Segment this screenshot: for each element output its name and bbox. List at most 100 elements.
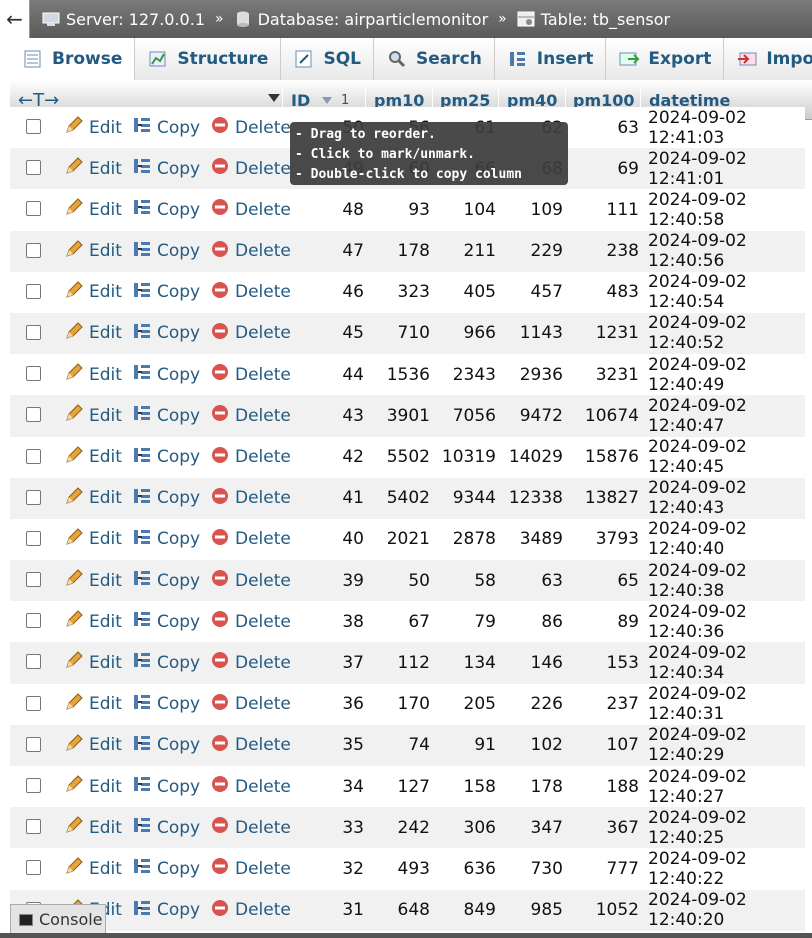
table-row[interactable]: Edit Copy Delete 33 242 306 347 367 2024-09-02 1… <box>10 807 805 849</box>
copy-link[interactable]: Copy <box>132 478 200 519</box>
delete-link[interactable]: Delete <box>210 601 291 642</box>
edit-link[interactable]: Edit <box>64 395 122 436</box>
table-row[interactable]: Edit Copy Delete 41 5402 9344 12338 13827 2024-0… <box>10 477 805 519</box>
row-checkbox[interactable] <box>26 119 41 134</box>
delete-link[interactable]: Delete <box>210 478 291 519</box>
delete-link[interactable]: Delete <box>210 766 291 807</box>
edit-link[interactable]: Edit <box>64 231 122 272</box>
table-row[interactable]: EditCopyDelete3164884998510522024-09-02 … <box>10 889 805 931</box>
copy-link[interactable]: Copy <box>132 437 200 478</box>
edit-link[interactable]: Edit <box>64 601 122 642</box>
table-row[interactable]: Edit Copy Delete 40 2021 2878 3489 3793 2024-09-… <box>10 518 805 561</box>
tab-browse[interactable]: Browse <box>10 38 136 80</box>
console-toggle[interactable]: Console <box>10 904 106 934</box>
edit-link[interactable]: Edit <box>64 560 122 601</box>
table-row[interactable]: Edit Copy Delete 42 5502 10319 14029 15876 2024-… <box>10 436 805 478</box>
edit-link[interactable]: Edit <box>64 807 122 848</box>
table-row[interactable]: Edit Copy Delete 46 323 405 457 483 2024-09-02 1… <box>10 271 805 313</box>
row-checkbox[interactable] <box>26 572 41 588</box>
copy-link[interactable]: Copy <box>132 601 200 642</box>
edit-link[interactable]: Edit <box>64 725 122 766</box>
delete-link[interactable]: Delete <box>210 272 291 313</box>
delete-link[interactable]: Delete <box>210 437 291 478</box>
row-checkbox[interactable] <box>26 860 41 876</box>
delete-link[interactable]: Delete <box>210 890 291 931</box>
copy-link[interactable]: Copy <box>132 231 200 272</box>
row-checkbox[interactable] <box>26 654 41 670</box>
row-checkbox[interactable] <box>26 613 41 629</box>
table-row[interactable]: Edit Copy Delete 36 170 205 226 237 2024-09-02 1… <box>10 683 805 725</box>
edit-link[interactable]: Edit <box>64 313 122 354</box>
row-checkbox[interactable] <box>26 819 41 835</box>
delete-link[interactable]: Delete <box>210 231 291 272</box>
copy-link[interactable]: Copy <box>132 560 200 601</box>
row-checkbox[interactable] <box>26 242 41 258</box>
tab-insert[interactable]: Insert <box>494 38 607 80</box>
edit-link[interactable]: Edit <box>64 189 122 230</box>
delete-link[interactable]: Delete <box>210 148 291 189</box>
table-row[interactable]: Edit Copy Delete 32 493 636 730 777 2024-09-02 1… <box>10 848 805 890</box>
table-row[interactable]: Edit Copy Delete 35 74 91 102 107 2024-09-02 12:… <box>10 724 805 766</box>
row-checkbox[interactable] <box>26 695 41 711</box>
table-row[interactable]: Edit Copy Delete 39 50 58 63 65 2024-09-02 12:40… <box>10 560 805 602</box>
copy-link[interactable]: Copy <box>132 848 200 889</box>
delete-link[interactable]: Delete <box>210 107 291 148</box>
copy-link[interactable]: Copy <box>132 642 200 683</box>
delete-link[interactable]: Delete <box>210 807 291 848</box>
tab-structure[interactable]: Structure <box>135 38 282 80</box>
edit-link[interactable]: Edit <box>64 684 122 725</box>
edit-link[interactable]: Edit <box>64 354 122 395</box>
edit-link[interactable]: Edit <box>64 478 122 519</box>
row-checkbox[interactable] <box>26 366 41 382</box>
delete-link[interactable]: Delete <box>210 642 291 683</box>
delete-link[interactable]: Delete <box>210 848 291 889</box>
table-row[interactable]: Edit Copy Delete 34 127 158 178 188 2024-09-02 1… <box>10 766 805 808</box>
row-checkbox[interactable] <box>26 324 41 340</box>
row-checkbox[interactable] <box>26 448 41 464</box>
row-checkbox[interactable] <box>26 160 41 176</box>
delete-link[interactable]: Delete <box>210 354 291 395</box>
breadcrumb-server[interactable]: Server: 127.0.0.1 <box>42 10 205 29</box>
copy-link[interactable]: Copy <box>132 354 200 395</box>
copy-link[interactable]: Copy <box>132 189 200 230</box>
delete-link[interactable]: Delete <box>210 519 291 560</box>
delete-link[interactable]: Delete <box>210 395 291 436</box>
copy-link[interactable]: Copy <box>132 890 200 931</box>
row-checkbox[interactable] <box>26 283 41 299</box>
table-row[interactable]: Edit Copy Delete 44 1536 2343 2936 3231 2024-09-… <box>10 354 805 396</box>
tab-sql[interactable]: SQL <box>281 38 374 80</box>
row-checkbox[interactable] <box>26 489 41 505</box>
back-button[interactable]: ← <box>0 0 30 38</box>
delete-link[interactable]: Delete <box>210 189 291 230</box>
copy-link[interactable]: Copy <box>132 272 200 313</box>
copy-link[interactable]: Copy <box>132 107 200 148</box>
edit-link[interactable]: Edit <box>64 148 122 189</box>
copy-link[interactable]: Copy <box>132 766 200 807</box>
table-row[interactable]: Edit Copy Delete 38 67 79 86 89 2024-09-02 12:40… <box>10 601 805 643</box>
table-row[interactable]: Edit Copy Delete 37 112 134 146 153 2024-09-02 1… <box>10 642 805 684</box>
row-checkbox[interactable] <box>26 736 41 752</box>
tab-search[interactable]: Search <box>373 38 495 80</box>
delete-link[interactable]: Delete <box>210 684 291 725</box>
copy-link[interactable]: Copy <box>132 148 200 189</box>
copy-link[interactable]: Copy <box>132 519 200 560</box>
row-checkbox[interactable] <box>26 201 41 217</box>
copy-link[interactable]: Copy <box>132 725 200 766</box>
table-row[interactable]: Edit Copy Delete 47 178 211 229 238 2024-09-02 1… <box>10 230 805 272</box>
copy-link[interactable]: Copy <box>132 684 200 725</box>
copy-link[interactable]: Copy <box>132 807 200 848</box>
column-menu-icon[interactable] <box>268 94 280 104</box>
delete-link[interactable]: Delete <box>210 725 291 766</box>
copy-link[interactable]: Copy <box>132 313 200 354</box>
edit-link[interactable]: Edit <box>64 642 122 683</box>
tab-import[interactable]: Import <box>724 38 812 80</box>
breadcrumb-table[interactable]: Table: tb_sensor <box>517 10 670 29</box>
edit-link[interactable]: Edit <box>64 766 122 807</box>
row-checkbox[interactable] <box>26 778 41 793</box>
delete-link[interactable]: Delete <box>210 313 291 354</box>
edit-link[interactable]: Edit <box>64 437 122 478</box>
tab-export[interactable]: Export <box>606 38 725 80</box>
row-checkbox[interactable] <box>26 407 41 423</box>
table-row[interactable]: Edit Copy Delete 43 3901 7056 9472 10674 2024-09… <box>10 395 805 437</box>
table-row[interactable]: Edit Copy Delete 45 710 966 1143 1231 2024-09-02… <box>10 312 805 355</box>
